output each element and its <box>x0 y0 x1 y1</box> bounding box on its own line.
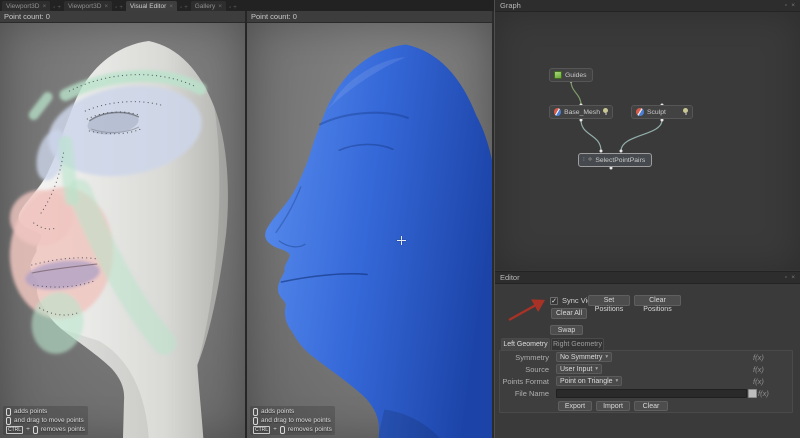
chevron-down-icon: ▾ <box>605 354 609 360</box>
points-format-dropdown[interactable]: Point on Triangle ▾ <box>556 376 623 386</box>
mouse-icon <box>253 407 258 416</box>
fx-expression-icon[interactable]: f(x) <box>753 377 764 387</box>
geometry-node-icon <box>636 108 644 116</box>
editor-panel-title: Editor <box>500 273 520 282</box>
source-value: User Input <box>560 365 593 373</box>
tab-left-geometry[interactable]: Left Geometry <box>501 338 550 350</box>
fx-expression-icon[interactable]: f(x) <box>753 365 764 375</box>
file-name-label: File Name <box>514 389 549 398</box>
node-guides[interactable]: Guides <box>549 68 593 82</box>
node-label: Guides <box>565 71 587 79</box>
point-count-right: Point count: 0 <box>247 11 492 23</box>
points-format-value: Point on Triangle <box>560 377 613 385</box>
viewport-right-geometry: Point count: 0 adds points and drag to m… <box>247 11 492 438</box>
viewport-hints: adds points and drag to move points CTRL… <box>250 406 335 435</box>
tab-visual-editor[interactable]: Visual Editor × <box>125 1 178 11</box>
symmetry-label: Symmetry <box>515 353 549 362</box>
clear-button[interactable]: Clear <box>634 401 668 411</box>
sync-views-checkbox[interactable]: ✓ <box>550 297 558 305</box>
close-icon[interactable]: × <box>218 3 222 10</box>
crosshair-cursor <box>397 236 406 245</box>
source-dropdown[interactable]: User Input ▾ <box>556 364 603 374</box>
tab-viewport3d-2[interactable]: Viewport3D × <box>63 1 113 11</box>
hint-remove-points: removes points <box>40 426 85 433</box>
float-icon[interactable]: ▫ <box>785 274 787 281</box>
symmetry-value: No Symmetry <box>560 353 603 361</box>
tab-gallery[interactable]: Gallery × <box>190 1 227 11</box>
plus-sign: + <box>273 426 277 433</box>
node-graph-canvas[interactable]: Guides Base_Mesh Sculpt ⁝ ✛ SelectPointP… <box>495 12 800 270</box>
tab-label: Visual Editor <box>129 2 167 10</box>
float-icon[interactable]: ▫ <box>785 2 787 9</box>
ctrl-keycap: CTRL <box>253 425 271 434</box>
ctrl-keycap: CTRL <box>6 425 24 434</box>
mouse-icon <box>253 416 258 425</box>
visibility-bulb-icon[interactable] <box>683 108 688 116</box>
pane-tab-bar: Viewport3D × ▫ + Viewport3D × ▫ + Visual… <box>0 0 494 11</box>
left-3d-canvas[interactable]: adds points and drag to move points CTRL… <box>0 23 245 438</box>
hint-remove-points: removes points <box>287 426 332 433</box>
viewport-hints: adds points and drag to move points CTRL… <box>3 406 88 435</box>
close-icon[interactable]: × <box>42 3 46 10</box>
hint-drag-points: and drag to move points <box>261 417 331 424</box>
set-positions-button[interactable]: Set Positions <box>588 295 630 313</box>
mouse-icon <box>6 407 11 416</box>
clear-positions-button[interactable]: Clear Positions <box>634 295 681 313</box>
close-icon[interactable]: × <box>169 3 173 10</box>
hint-add-points: adds points <box>261 408 295 415</box>
mouse-icon <box>6 416 11 425</box>
node-sculpt[interactable]: Sculpt <box>631 105 693 119</box>
tab-label: Viewport3D <box>67 2 102 10</box>
node-connections <box>569 79 664 170</box>
fx-expression-icon[interactable]: f(x) <box>758 389 769 399</box>
close-icon[interactable]: × <box>791 274 795 281</box>
swap-button[interactable]: Swap <box>550 325 583 335</box>
import-button[interactable]: Import <box>596 401 630 411</box>
guides-node-icon <box>554 71 562 79</box>
hint-add-points: adds points <box>14 408 48 415</box>
fx-expression-icon[interactable]: f(x) <box>753 353 764 363</box>
close-icon[interactable]: × <box>104 3 108 10</box>
plus-sign: + <box>26 426 30 433</box>
tab-viewport3d-1[interactable]: Viewport3D × <box>2 1 51 11</box>
editor-panel: Editor ▫ × ✓ Sync Views Set Positions Cl… <box>495 271 800 438</box>
graph-panel: Graph ▫ × Guides Base_Mesh Sculpt ⁝ ✛ Se… <box>495 0 800 270</box>
points-list-icon: ⁝ <box>583 157 585 163</box>
mouse-icon <box>279 425 285 434</box>
application-window: Viewport3D × ▫ + Viewport3D × ▫ + Visual… <box>0 0 800 438</box>
graph-panel-title: Graph <box>500 1 521 10</box>
points-format-label: Points Format <box>502 377 549 386</box>
blue-head-model <box>265 44 492 438</box>
node-label: Sculpt <box>647 108 666 116</box>
close-icon[interactable]: × <box>791 2 795 9</box>
node-label: SelectPointPairs <box>595 156 646 164</box>
browse-file-button[interactable] <box>748 389 757 398</box>
chevron-down-icon: ▾ <box>595 366 599 372</box>
tab-right-geometry[interactable]: Right Geometry <box>551 338 604 350</box>
hint-drag-points: and drag to move points <box>14 417 84 424</box>
left-head-model <box>9 41 228 438</box>
node-label: Base_Mesh <box>564 108 600 116</box>
right-3d-canvas[interactable]: adds points and drag to move points CTRL… <box>247 23 492 438</box>
tab-label: Viewport3D <box>6 2 40 10</box>
chevron-down-icon: ▾ <box>615 378 619 384</box>
right-pane: Graph ▫ × Guides Base_Mesh Sculpt ⁝ ✛ Se… <box>494 0 800 438</box>
geometry-node-icon <box>554 108 562 116</box>
export-button[interactable]: Export <box>558 401 592 411</box>
file-name-input[interactable] <box>556 389 747 398</box>
pick-cursor-icon: ✛ <box>587 157 593 163</box>
symmetry-dropdown[interactable]: No Symmetry ▾ <box>556 352 613 362</box>
point-count-left: Point count: 0 <box>0 11 245 23</box>
node-base-mesh[interactable]: Base_Mesh <box>549 105 613 119</box>
node-select-point-pairs[interactable]: ⁝ ✛ SelectPointPairs <box>578 153 652 167</box>
clear-all-button[interactable]: Clear All <box>551 308 587 319</box>
source-label: Source <box>525 365 549 374</box>
visibility-bulb-icon[interactable] <box>603 108 608 116</box>
viewport-left-geometry: Point count: 0 adds points and drag to m… <box>0 11 247 438</box>
visual-editor-pane: Viewport3D × ▫ + Viewport3D × ▫ + Visual… <box>0 0 494 438</box>
tab-label: Gallery <box>194 2 216 10</box>
mouse-icon <box>32 425 38 434</box>
